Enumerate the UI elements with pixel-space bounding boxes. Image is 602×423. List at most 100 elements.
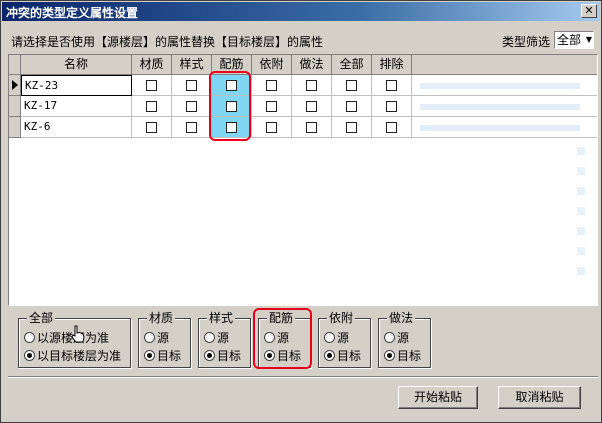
- type-filter-value: 全部: [557, 33, 582, 47]
- radio-label: 目标: [217, 349, 242, 363]
- cancel-paste-button[interactable]: 取消粘贴: [498, 386, 581, 409]
- cell-attach: [252, 117, 292, 138]
- radio-label: 目标: [397, 349, 422, 363]
- material-checkbox[interactable]: [146, 122, 157, 133]
- table-row[interactable]: KZ-6: [9, 117, 597, 138]
- cell-attach: [252, 75, 292, 96]
- material-checkbox[interactable]: [146, 80, 157, 91]
- hand-cursor-icon: [71, 325, 85, 343]
- column-header-name[interactable]: 名称: [21, 55, 132, 75]
- radio-option[interactable]: 目标: [204, 349, 241, 363]
- column-header-material[interactable]: 材质: [132, 55, 172, 75]
- radio-option[interactable]: 以源楼层为准: [24, 331, 109, 345]
- radio-label: 源: [337, 331, 350, 345]
- radio-button[interactable]: [384, 332, 395, 343]
- cell-attach: [252, 96, 292, 117]
- cell-style: [172, 75, 212, 96]
- style-checkbox[interactable]: [186, 80, 197, 91]
- table-row[interactable]: KZ-23: [9, 75, 597, 96]
- material-checkbox[interactable]: [146, 101, 157, 112]
- radio-option[interactable]: 目标: [384, 349, 421, 363]
- stripe-decoration: [577, 187, 585, 195]
- group-title: 材质: [147, 311, 176, 325]
- group-style: 样式 源 目标: [198, 311, 251, 368]
- window-title: 冲突的类型定义属性设置: [6, 6, 139, 20]
- row-indicator: [9, 117, 21, 138]
- radio-button[interactable]: [204, 350, 215, 361]
- cell-material: [132, 96, 172, 117]
- radio-button[interactable]: [384, 350, 395, 361]
- cell-all: [332, 117, 372, 138]
- column-header-exclude[interactable]: 排除: [372, 55, 412, 75]
- cell-method: [292, 75, 332, 96]
- cell-material: [132, 75, 172, 96]
- row-indicator: [9, 96, 21, 117]
- radio-label: 源: [157, 331, 170, 345]
- radio-label: 以目标楼层为准: [37, 349, 122, 363]
- dialog-window: 冲突的类型定义属性设置 ✕ 请选择是否使用【源楼层】的属性替换【目标楼层】的属性…: [0, 0, 602, 423]
- rebar-column-annotation: [209, 71, 251, 141]
- all-checkbox[interactable]: [346, 101, 357, 112]
- rebar-group-annotation: [253, 308, 312, 369]
- radio-button[interactable]: [24, 332, 35, 343]
- row-indicator: [9, 75, 21, 96]
- group-attach: 依附 源 目标: [318, 311, 371, 368]
- attach-checkbox[interactable]: [266, 80, 277, 91]
- column-header-style[interactable]: 样式: [172, 55, 212, 75]
- exclude-checkbox[interactable]: [386, 122, 397, 133]
- radio-button[interactable]: [24, 350, 35, 361]
- radio-label: 目标: [337, 349, 362, 363]
- style-checkbox[interactable]: [186, 122, 197, 133]
- attach-checkbox[interactable]: [266, 122, 277, 133]
- radio-label: 目标: [157, 349, 182, 363]
- radio-option[interactable]: 以目标楼层为准: [24, 349, 121, 363]
- style-checkbox[interactable]: [186, 101, 197, 112]
- radio-option[interactable]: 源: [384, 331, 409, 345]
- radio-button[interactable]: [144, 332, 155, 343]
- column-header-all[interactable]: 全部: [332, 55, 372, 75]
- all-checkbox[interactable]: [346, 122, 357, 133]
- cell-all: [332, 96, 372, 117]
- cell-method: [292, 96, 332, 117]
- radio-option[interactable]: 源: [144, 331, 169, 345]
- group-title: 依附: [327, 311, 356, 325]
- exclude-checkbox[interactable]: [386, 80, 397, 91]
- radio-button[interactable]: [144, 350, 155, 361]
- close-button[interactable]: ✕: [581, 4, 597, 18]
- table-row[interactable]: KZ-17: [9, 96, 597, 117]
- header-filler: [412, 55, 597, 75]
- exclude-checkbox[interactable]: [386, 101, 397, 112]
- all-checkbox[interactable]: [346, 80, 357, 91]
- column-header-method[interactable]: 做法: [292, 55, 332, 75]
- radio-option[interactable]: 源: [324, 331, 349, 345]
- cell-style: [172, 96, 212, 117]
- cell-exclude: [372, 117, 412, 138]
- stripe-decoration: [577, 247, 585, 255]
- group-title: 全部: [27, 311, 56, 325]
- type-filter-label: 类型筛选: [502, 35, 551, 49]
- start-paste-button[interactable]: 开始粘贴: [398, 386, 478, 409]
- attach-checkbox[interactable]: [266, 101, 277, 112]
- group-method: 做法 源 目标: [378, 311, 431, 368]
- row-name-cell[interactable]: KZ-17: [21, 96, 132, 117]
- title-bar[interactable]: 冲突的类型定义属性设置 ✕: [2, 2, 600, 21]
- type-filter-select[interactable]: 全部 ▼: [554, 31, 594, 49]
- stripe-decoration: [577, 207, 585, 215]
- column-header-attach[interactable]: 依附: [252, 55, 292, 75]
- cell-exclude: [372, 96, 412, 117]
- radio-button[interactable]: [324, 332, 335, 343]
- method-checkbox[interactable]: [306, 101, 317, 112]
- radio-option[interactable]: 目标: [324, 349, 361, 363]
- radio-option[interactable]: 源: [204, 331, 229, 345]
- method-checkbox[interactable]: [306, 80, 317, 91]
- filler-cell: [412, 96, 597, 117]
- row-name-cell[interactable]: KZ-23: [21, 75, 132, 96]
- filler-cell: [412, 117, 597, 138]
- group-title: 样式: [207, 311, 236, 325]
- method-checkbox[interactable]: [306, 122, 317, 133]
- radio-option[interactable]: 目标: [144, 349, 181, 363]
- stripe-decoration: [420, 104, 580, 110]
- row-name-cell[interactable]: KZ-6: [21, 117, 132, 138]
- radio-button[interactable]: [204, 332, 215, 343]
- radio-button[interactable]: [324, 350, 335, 361]
